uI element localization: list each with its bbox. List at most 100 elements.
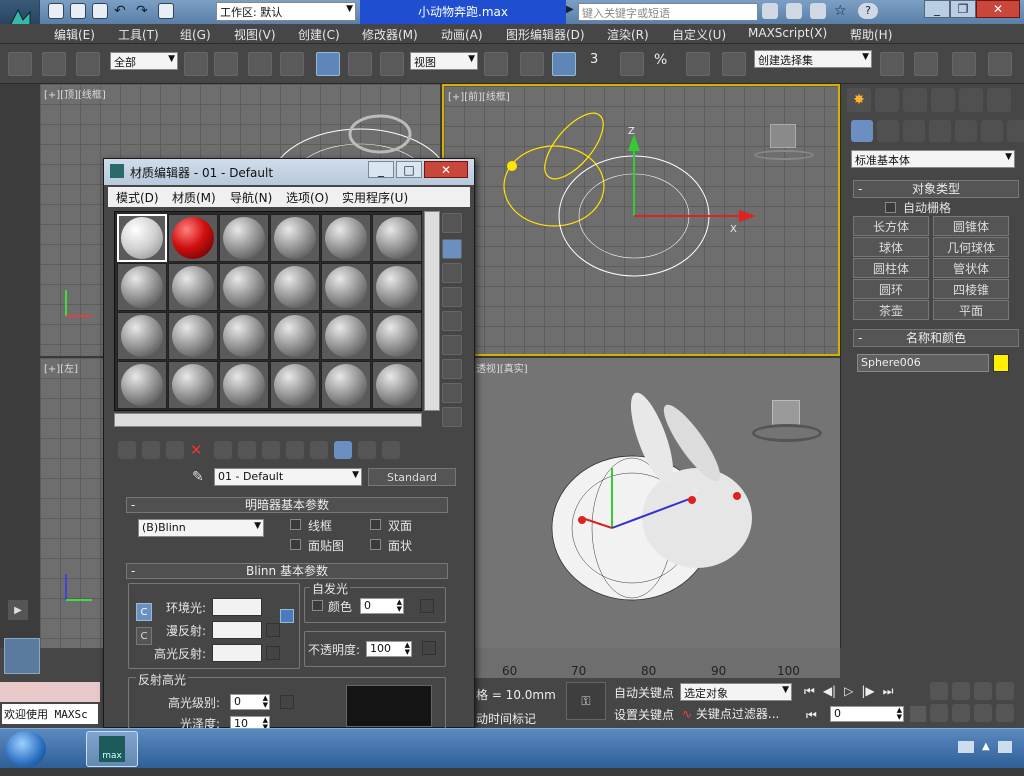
key-icon[interactable]: ⚿ <box>566 682 606 720</box>
material-editor-maximize-button[interactable]: □ <box>396 161 422 178</box>
face-map-checkbox[interactable] <box>290 539 301 550</box>
zoom-extents-all-icon[interactable] <box>996 682 1014 700</box>
geometry-icon[interactable] <box>851 120 873 142</box>
object-type-rollout-header[interactable]: - 对象类型 <box>853 180 1019 198</box>
me-menu-material[interactable]: 材质(M) <box>172 189 216 206</box>
backlight-icon[interactable] <box>442 239 462 259</box>
cone-button[interactable]: 圆锥体 <box>933 216 1009 236</box>
tube-button[interactable]: 管状体 <box>933 258 1009 278</box>
lock-ambient-diffuse-button[interactable]: C <box>136 603 152 621</box>
graphite-modeling-icon[interactable] <box>988 52 1012 76</box>
sample-slot[interactable] <box>219 312 269 360</box>
named-selection-dropdown[interactable]: 创建选择集 ▼ <box>754 50 872 68</box>
key-filters-button[interactable]: ∿ 关键点过滤器... <box>682 705 794 723</box>
sample-slot[interactable] <box>168 361 218 409</box>
make-material-copy-icon[interactable] <box>214 441 232 459</box>
zoom-icon[interactable] <box>930 682 948 700</box>
unlink-selection-icon[interactable] <box>42 52 66 76</box>
space-warps-icon[interactable] <box>981 120 1003 142</box>
sample-slot[interactable] <box>270 312 320 360</box>
faceted-checkbox[interactable] <box>370 539 381 550</box>
material-id-channel-icon[interactable] <box>286 441 304 459</box>
open-folder-icon[interactable] <box>70 3 86 19</box>
motion-tab-icon[interactable] <box>931 88 955 112</box>
utilities-tab-icon[interactable] <box>987 88 1011 112</box>
snaps-toggle-icon[interactable]: 3 <box>590 52 614 76</box>
wire-checkbox[interactable] <box>290 519 301 530</box>
sample-slot[interactable] <box>372 263 422 311</box>
angle-snap-icon[interactable] <box>620 52 644 76</box>
help-icon[interactable]: ? <box>858 3 878 19</box>
select-and-link-icon[interactable] <box>8 52 32 76</box>
select-and-move-icon[interactable] <box>316 52 340 76</box>
sample-slot[interactable] <box>372 214 422 262</box>
viewcube-icon[interactable] <box>752 394 822 450</box>
binoculars-icon[interactable] <box>762 3 778 19</box>
menu-help[interactable]: 帮助(H) <box>850 26 892 43</box>
slots-horizontal-scrollbar[interactable] <box>114 413 422 427</box>
orbit-icon[interactable] <box>974 704 992 722</box>
set-key-button[interactable]: 设置关键点 <box>610 706 678 724</box>
menu-maxscript[interactable]: MAXScript(X) <box>748 26 827 40</box>
material-editor-close-button[interactable]: ✕ <box>424 161 468 178</box>
spinner-snap-icon[interactable] <box>686 52 710 76</box>
layer-manager-icon[interactable] <box>952 52 976 76</box>
viewport-front[interactable]: [+][前][线框] Z X <box>442 84 840 356</box>
make-preview-icon[interactable] <box>442 335 462 355</box>
assign-material-icon[interactable] <box>166 441 184 459</box>
sample-slot[interactable] <box>321 312 371 360</box>
sample-slot[interactable] <box>168 263 218 311</box>
key-mode-toggle-icon[interactable]: ⏮ <box>806 708 817 723</box>
sphere-button[interactable]: 球体 <box>853 237 929 257</box>
search-arrow-icon[interactable]: ▶ <box>566 4 574 15</box>
reference-coordinate-dropdown[interactable]: 视图 ▼ <box>410 52 478 70</box>
zoom-extents-icon[interactable] <box>974 682 992 700</box>
cylinder-button[interactable]: 圆柱体 <box>853 258 929 278</box>
lock-icon[interactable] <box>280 609 294 623</box>
sample-slot[interactable] <box>372 361 422 409</box>
communication-center-icon[interactable] <box>810 3 826 19</box>
sample-slot[interactable] <box>321 214 371 262</box>
bind-to-space-warp-icon[interactable] <box>76 52 100 76</box>
menu-tools[interactable]: 工具(T) <box>118 26 159 43</box>
material-editor-window[interactable]: 材质编辑器 - 01 - Default _ □ ✕ 模式(D) 材质(M) 导… <box>103 158 475 732</box>
geosphere-button[interactable]: 几何球体 <box>933 237 1009 257</box>
sample-slot[interactable] <box>321 361 371 409</box>
me-menu-navigation[interactable]: 导航(N) <box>230 189 272 206</box>
hierarchy-tab-icon[interactable] <box>903 88 927 112</box>
name-color-rollout-header[interactable]: - 名称和颜色 <box>853 329 1019 347</box>
zoom-all-icon[interactable] <box>952 682 970 700</box>
background-checker-icon[interactable] <box>442 263 462 283</box>
create-tab-icon[interactable]: ✸ <box>847 88 871 112</box>
modify-tab-icon[interactable] <box>875 88 899 112</box>
current-frame-spinner[interactable]: 0 ▲ ▼ <box>830 706 904 722</box>
video-color-check-icon[interactable] <box>442 311 462 331</box>
maxscript-listener[interactable]: 欢迎使用 MAXSc <box>2 704 98 724</box>
reset-map-icon[interactable]: ✕ <box>190 441 208 459</box>
save-icon[interactable] <box>92 3 108 19</box>
next-frame-icon[interactable]: |▶ <box>861 684 874 699</box>
menu-create[interactable]: 创建(C) <box>298 26 340 43</box>
restore-button[interactable]: ❐ <box>950 0 976 18</box>
maximize-viewport-icon[interactable] <box>996 704 1014 722</box>
material-name-dropdown[interactable]: 01 - Default ▼ <box>214 468 362 486</box>
auto-key-button[interactable]: 自动关键点 <box>610 684 678 702</box>
align-icon[interactable] <box>914 52 938 76</box>
sample-slot[interactable] <box>270 263 320 311</box>
box-button[interactable]: 长方体 <box>853 216 929 236</box>
specular-level-spinner[interactable]: 0 ▲ ▼ <box>230 694 270 710</box>
display-tab-icon[interactable] <box>959 88 983 112</box>
goto-start-icon[interactable]: ⏮ <box>804 684 815 699</box>
diffuse-color-swatch[interactable] <box>212 621 262 639</box>
specular-level-map-button[interactable] <box>280 695 294 709</box>
window-crossing-icon[interactable] <box>280 52 304 76</box>
play-icon[interactable]: ▷ <box>844 684 853 699</box>
select-object-icon[interactable] <box>184 52 208 76</box>
put-material-to-scene-icon[interactable] <box>142 441 160 459</box>
menu-animation[interactable]: 动画(A) <box>441 26 483 43</box>
time-config-icon[interactable] <box>910 706 926 722</box>
expand-arrow-icon[interactable]: ▶ <box>8 600 28 620</box>
options-icon[interactable] <box>442 359 462 379</box>
viewcube-icon[interactable] <box>754 116 814 166</box>
tray-arrow-icon[interactable]: ▲ <box>982 741 990 753</box>
